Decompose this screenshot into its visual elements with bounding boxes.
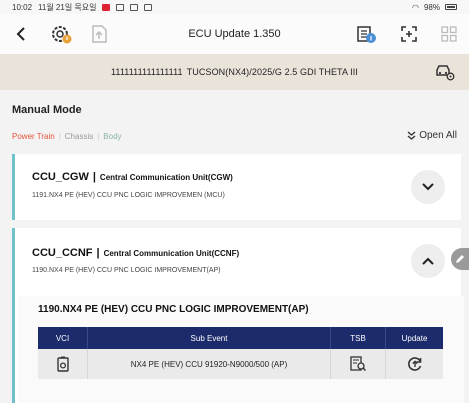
battery-icon (445, 4, 457, 10)
update-refresh-icon (407, 357, 421, 371)
tab-power-train[interactable]: Power Train (12, 132, 55, 141)
update-button[interactable] (386, 349, 443, 379)
wifi-icon: ◠ (412, 2, 419, 12)
status-date: 11월 21일 목요일 (38, 2, 97, 12)
ecu-summary: 1191.NX4 PE (HEV) CCU PNC LOGIC IMPROVEM… (32, 192, 225, 199)
ecu-full-name: Central Communication Unit(CGW) (99, 173, 233, 182)
ecu-card-ccnf[interactable]: CCU_CCNF | Central Communication Unit(CCNF… (12, 228, 464, 403)
sub-event-cell: NX4 PE (HEV) CCU 91920-N9000/500 (AP) (88, 349, 331, 379)
ecu-title: CCU_CCNF | Central Communication Unit(CCNF… (32, 247, 239, 259)
pencil-icon (456, 255, 464, 263)
tab-separator: | (58, 132, 61, 141)
open-all-label: Open All (419, 130, 457, 141)
category-tabs: Power Train | Chassis | Body (12, 132, 122, 141)
vci-device-icon (56, 356, 69, 372)
vehicle-settings-button[interactable] (435, 63, 455, 81)
car-settings-icon (436, 65, 455, 81)
tab-body[interactable]: Body (103, 132, 121, 141)
tsb-button[interactable] (331, 349, 386, 379)
vehicle-vin: 1111111111111111 (111, 67, 183, 77)
status-time: 10:02 (12, 2, 33, 12)
floating-edit-button[interactable] (451, 248, 469, 270)
chevron-down-icon (422, 183, 434, 191)
gallery-icon (130, 3, 139, 11)
status-bar: 10:02 11월 21일 목요일 ◠ 98% (0, 0, 469, 14)
ecu-card-cgw[interactable]: CCU_CGW | Central Communication Unit(CGW) … (12, 154, 461, 220)
vehicle-model: TUCSON(NX4)/2025/G 2.5 GDI THETA III (186, 67, 358, 77)
toolbar: ECU Update 1.350 (0, 14, 469, 54)
header-sub-event: Sub Event (88, 327, 331, 349)
ecu-code: CCU_CCNF (32, 247, 93, 259)
vci-cell[interactable] (38, 349, 88, 379)
title-separator: | (92, 171, 96, 183)
ecu-title: CCU_CGW | Central Communication Unit(CGW) (32, 171, 233, 183)
table-row: NX4 PE (HEV) CCU 91920-N9000/500 (AP) (38, 349, 443, 379)
ecu-full-name: Central Communication Unit(CCNF) (103, 249, 240, 258)
battery-level: 98% (423, 2, 440, 12)
page-title: ECU Update 1.350 (188, 28, 281, 40)
notification-icon (102, 3, 111, 11)
double-chevron-down-icon (407, 131, 416, 140)
chevron-up-icon (422, 257, 434, 265)
tsb-search-icon (350, 356, 367, 372)
expand-button[interactable] (411, 170, 445, 204)
detail-title: 1190.NX4 PE (HEV) CCU PNC LOGIC IMPROVEM… (38, 304, 309, 315)
header-update: Update (401, 333, 428, 343)
header-vci: VCI (38, 327, 88, 349)
ecu-detail-panel: 1190.NX4 PE (HEV) CCU PNC LOGIC IMPROVEM… (18, 296, 464, 403)
mode-title: Manual Mode (12, 104, 82, 116)
table-header: VCI Sub Event TSB Update (38, 327, 443, 349)
title-separator: | (96, 247, 100, 259)
vehicle-info-bar: 1111111111111111 TUCSON(NX4)/2025/G 2.5 … (0, 54, 469, 90)
collapse-button[interactable] (411, 244, 445, 278)
message-icon (144, 3, 153, 11)
ecu-summary: 1190.NX4 PE (HEV) CCU PNC LOGIC IMPROVEM… (32, 267, 221, 274)
update-table: VCI Sub Event TSB Update NX4 PE (HEV) CC… (38, 327, 443, 379)
tab-separator: | (97, 132, 100, 141)
calendar-icon (116, 3, 125, 11)
ecu-code: CCU_CGW (32, 171, 89, 183)
tab-chassis[interactable]: Chassis (65, 132, 93, 141)
open-all-button[interactable]: Open All (407, 130, 457, 141)
header-tsb: TSB (331, 327, 386, 349)
